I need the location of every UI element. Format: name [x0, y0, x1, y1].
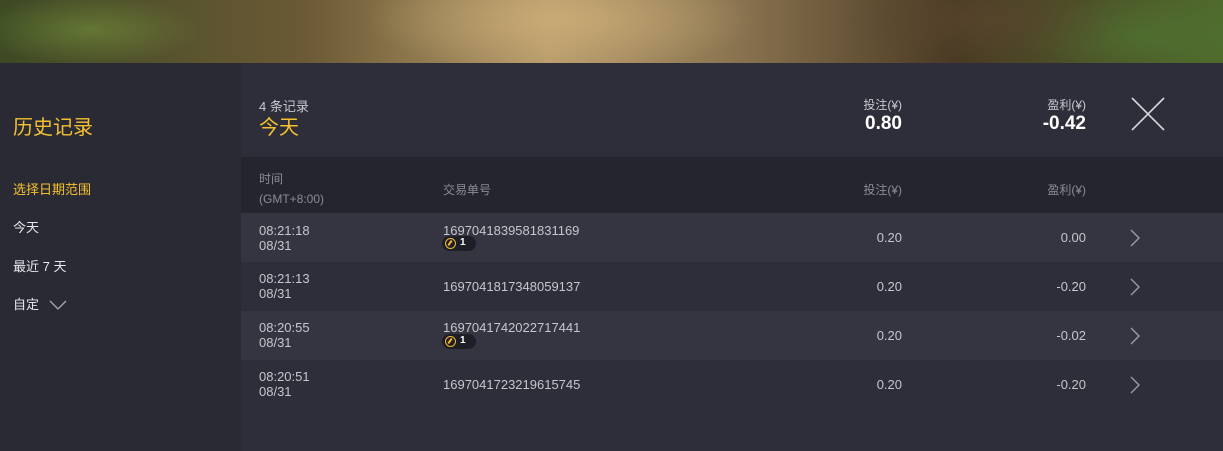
table-row[interactable]: 08:20:55 08/31 1697041742022717441 1 0.2… — [241, 311, 1223, 360]
row-date: 08/31 — [259, 286, 292, 301]
summary-bar: 4 条记录 今天 投注(¥) 0.80 盈利(¥) -0.42 — [241, 63, 1223, 157]
row-date: 08/31 — [259, 384, 292, 399]
table-row[interactable]: 08:21:18 08/31 1697041839581831169 1 0.2… — [241, 213, 1223, 262]
badge-count: 1 — [460, 335, 466, 346]
top-banner-image — [0, 0, 1223, 63]
header-profit: 盈利(¥) — [1047, 183, 1086, 197]
chevron-down-icon — [49, 298, 67, 313]
row-bet: 0.20 — [876, 279, 902, 294]
badge-count: 1 — [460, 237, 466, 248]
chevron-right-icon[interactable] — [1130, 278, 1140, 301]
row-trade-id: 1697041817348059137 — [443, 279, 581, 294]
row-profit: -0.20 — [1056, 377, 1086, 392]
coin-icon — [445, 238, 456, 249]
table-row[interactable]: 08:20:51 08/31 1697041723219615745 0.20 … — [241, 360, 1223, 409]
close-icon — [1131, 97, 1165, 131]
header-bet: 投注(¥) — [863, 183, 902, 197]
row-bet: 0.20 — [876, 230, 902, 245]
row-trade-id: 1697041723219615745 — [443, 377, 581, 392]
row-trade-id: 1697041742022717441 — [443, 320, 581, 335]
chevron-right-icon[interactable] — [1130, 327, 1140, 350]
table-row[interactable]: 08:21:13 08/31 1697041817348059137 0.20 … — [241, 262, 1223, 311]
row-time: 08:20:51 — [259, 369, 310, 384]
header-time: 时间 — [259, 172, 284, 186]
chevron-right-icon[interactable] — [1130, 376, 1140, 399]
row-time: 08:20:55 — [259, 320, 310, 335]
row-profit: 0.00 — [1060, 230, 1086, 245]
row-profit: -0.02 — [1056, 328, 1086, 343]
coin-icon — [445, 336, 456, 347]
total-profit-value: -0.42 — [1042, 113, 1086, 134]
table-header: 时间 (GMT+8:00) 交易单号 投注(¥) 盈利(¥) — [241, 157, 1223, 213]
free-game-badge: 1 — [442, 236, 476, 251]
total-profit-label: 盈利(¥) — [1047, 98, 1086, 112]
chevron-right-icon[interactable] — [1130, 229, 1140, 252]
header-trade-id: 交易单号 — [443, 183, 492, 197]
history-panel: 4 条记录 今天 投注(¥) 0.80 盈利(¥) -0.42 时间 (GMT+… — [241, 63, 1223, 451]
row-time: 08:21:13 — [259, 271, 310, 286]
row-time: 08:21:18 — [259, 223, 310, 238]
close-button[interactable] — [1130, 96, 1166, 132]
sidebar: 历史记录 选择日期范围 今天 最近 7 天 自定 — [0, 63, 241, 451]
total-bet-value: 0.80 — [865, 113, 902, 134]
row-bet: 0.20 — [876, 328, 902, 343]
sidebar-item-custom-label: 自定 — [13, 297, 40, 312]
row-date: 08/31 — [259, 335, 292, 350]
row-bet: 0.20 — [876, 377, 902, 392]
sidebar-item-last-7-days[interactable]: 最近 7 天 — [13, 256, 66, 275]
sidebar-item-custom[interactable]: 自定 — [13, 294, 67, 313]
row-profit: -0.20 — [1056, 279, 1086, 294]
sidebar-title: 历史记录 — [13, 117, 93, 139]
row-date: 08/31 — [259, 238, 292, 253]
date-range-label: 选择日期范围 — [13, 182, 92, 197]
free-game-badge: 1 — [442, 334, 476, 349]
period-title: 今天 — [259, 117, 299, 139]
sidebar-item-today[interactable]: 今天 — [13, 217, 39, 236]
header-timezone: (GMT+8:00) — [259, 192, 325, 206]
total-bet-label: 投注(¥) — [863, 98, 902, 112]
